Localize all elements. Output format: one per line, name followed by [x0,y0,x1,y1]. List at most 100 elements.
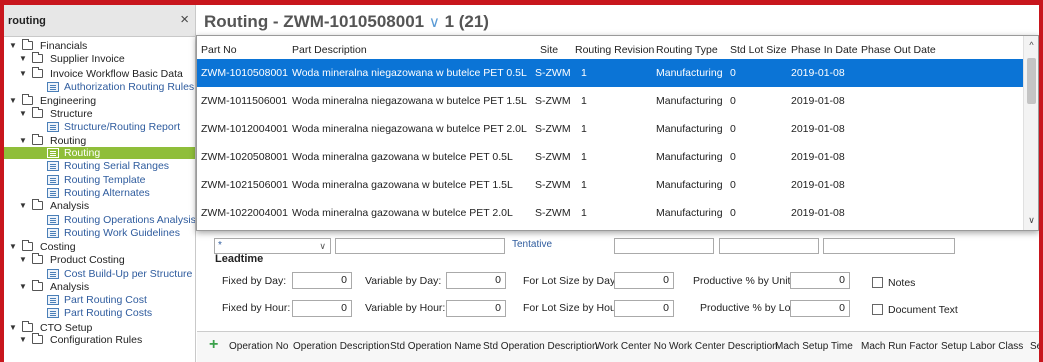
operations-column-header[interactable]: Work Center No [595,341,667,352]
nav-item-routing[interactable]: Routing [4,147,195,159]
expand-toggle-icon[interactable]: ▼ [9,40,17,52]
nav-item-authorization-routing-rules[interactable]: Authorization Routing Rules [4,81,195,93]
operations-column-header[interactable]: Operation Description [293,341,390,352]
expand-toggle-icon[interactable]: ▼ [19,200,27,212]
column-header[interactable]: Routing Type [656,44,718,56]
operations-column-header[interactable]: Setup Labor Class [941,341,1023,352]
field-box[interactable] [614,238,714,254]
navigator-search: × [4,5,195,37]
document-text-checkbox[interactable] [872,304,883,315]
close-icon[interactable]: × [180,11,189,28]
nav-item-routing[interactable]: ▼ Routing [4,134,195,147]
table-cell: 2019-01-08 [791,207,845,219]
column-header[interactable]: Phase Out Date [861,44,936,56]
expand-toggle-icon[interactable]: ▼ [19,254,27,266]
table-cell: S-ZWM [535,95,571,107]
expand-toggle-icon[interactable]: ▼ [9,95,17,107]
nav-item-invoice-workflow-basic-data[interactable]: ▼ Invoice Workflow Basic Data [4,67,195,80]
nav-item-label: Costing [40,241,76,253]
folder-icon [32,333,43,344]
add-icon[interactable]: + [209,336,218,354]
nav-item-routing-work-guidelines[interactable]: Routing Work Guidelines [4,227,195,239]
routing-combo[interactable]: * ∨ [214,238,331,254]
nav-item-routing-operations-analysis[interactable]: Routing Operations Analysis [4,214,195,226]
table-cell: 0 [730,123,736,135]
nav-item-cost-build-up-per-structure[interactable]: Cost Build-Up per Structure [4,268,195,280]
nav-item-label: Routing Work Guidelines [64,227,180,239]
folder-icon [32,52,43,63]
expand-toggle-icon[interactable]: ▼ [9,322,17,334]
nav-item-product-costing[interactable]: ▼ Product Costing [4,253,195,266]
nav-item-part-routing-cost[interactable]: Part Routing Cost [4,294,195,306]
expand-toggle-icon[interactable]: ▼ [19,334,27,346]
operations-column-header[interactable]: Mach Run Factor [861,341,938,352]
for-lot-size-by-hour-input[interactable]: 0 [614,300,674,317]
nav-item-label: Routing Alternates [64,187,150,199]
nav-item-analysis[interactable]: ▼ Analysis [4,199,195,212]
table-row[interactable]: ZWM-1030508002Woda niegazowana pomarańcz… [197,227,1023,230]
chevron-down-icon[interactable]: ∨ [319,239,326,253]
scrollbar[interactable]: ^ ∨ [1023,36,1038,230]
nav-item-routing-template[interactable]: Routing Template [4,174,195,186]
expand-toggle-icon[interactable]: ▼ [9,241,17,253]
table-row[interactable]: ZWM-1021506001 Woda mineralna gazowana w … [197,171,1023,199]
nav-item-structure-routing-report[interactable]: Structure/Routing Report [4,121,195,133]
variable-by-day-input[interactable]: 0 [446,272,506,289]
document-text-label: Document Text [888,304,958,316]
nav-item-configuration-rules[interactable]: ▼ Configuration Rules [4,333,195,346]
nav-item-engineering[interactable]: ▼ Engineering [4,94,195,107]
nav-item-analysis[interactable]: ▼ Analysis [4,280,195,293]
productive-by-lot-input[interactable]: 0 [790,300,850,317]
folder-icon [32,67,43,78]
nav-item-part-routing-costs[interactable]: Part Routing Costs [4,307,195,319]
column-header[interactable]: Std Lot Size [730,44,787,56]
field-box[interactable] [719,238,819,254]
operations-column-header[interactable]: Std Operation Description [483,341,598,352]
nav-item-routing-alternates[interactable]: Routing Alternates [4,187,195,199]
expand-toggle-icon[interactable]: ▼ [19,68,27,80]
table-row[interactable]: ZWM-1010508001 Woda mineralna niegazowana… [197,59,1023,87]
variable-by-hour-input[interactable]: 0 [446,300,506,317]
for-lot-size-by-day-input[interactable]: 0 [614,272,674,289]
nav-item-supplier-invoice[interactable]: ▼ Supplier Invoice [4,52,195,65]
column-header[interactable]: Part No [201,44,237,56]
table-row[interactable]: ZWM-1020508001 Woda mineralna gazowana w … [197,143,1023,171]
column-header[interactable]: Site [540,44,558,56]
nav-item-routing-serial-ranges[interactable]: Routing Serial Ranges [4,160,195,172]
expand-toggle-icon[interactable]: ▼ [19,108,27,120]
operations-column-header[interactable]: Work Center Description [669,341,778,352]
expand-toggle-icon[interactable]: ▼ [19,135,27,147]
table-row[interactable]: ZWM-1011506001 Woda mineralna niegazowana… [197,87,1023,115]
table-cell: S-ZWM [535,123,571,135]
table-cell: Manufacturing [656,151,723,163]
productive-by-unit-input[interactable]: 0 [790,272,850,289]
fixed-by-day-input[interactable]: 0 [292,272,352,289]
chevron-down-icon[interactable]: ∨ [429,14,440,31]
operations-column-header[interactable]: Setu [1030,341,1039,352]
field-box[interactable] [335,238,505,254]
expand-toggle-icon[interactable]: ▼ [19,53,27,65]
for-lot-size-by-hour-label: For Lot Size by Hour: [523,302,623,314]
operations-column-header[interactable]: Mach Setup Time [775,341,853,352]
fixed-by-hour-input[interactable]: 0 [292,300,352,317]
nav-item-structure[interactable]: ▼ Structure [4,107,195,120]
navigator-search-input[interactable] [8,13,168,29]
table-cell: Woda mineralna niegazowana w butelce PET… [292,123,527,135]
scrollbar-thumb[interactable] [1027,58,1036,104]
nav-item-costing[interactable]: ▼ Costing [4,240,195,253]
operations-column-header[interactable]: Std Operation Name [390,341,481,352]
column-header[interactable]: Part Description [292,44,367,56]
routing-combo-value: * [218,240,222,251]
nav-item-label: Configuration Rules [50,334,143,346]
nav-item-financials[interactable]: ▼ Financials [4,39,195,52]
expand-toggle-icon[interactable]: ▼ [19,281,27,293]
table-row[interactable]: ZWM-1012004001 Woda mineralna niegazowana… [197,115,1023,143]
table-row[interactable]: ZWM-1022004001 Woda mineralna gazowana w … [197,199,1023,227]
field-box[interactable] [823,238,955,254]
notes-checkbox[interactable] [872,277,883,288]
column-header[interactable]: Routing Revision [575,44,654,56]
scroll-up-icon[interactable]: ^ [1024,40,1038,50]
scroll-down-icon[interactable]: ∨ [1024,215,1038,226]
column-header[interactable]: Phase In Date [791,44,858,56]
operations-column-header[interactable]: Operation No [229,341,288,352]
